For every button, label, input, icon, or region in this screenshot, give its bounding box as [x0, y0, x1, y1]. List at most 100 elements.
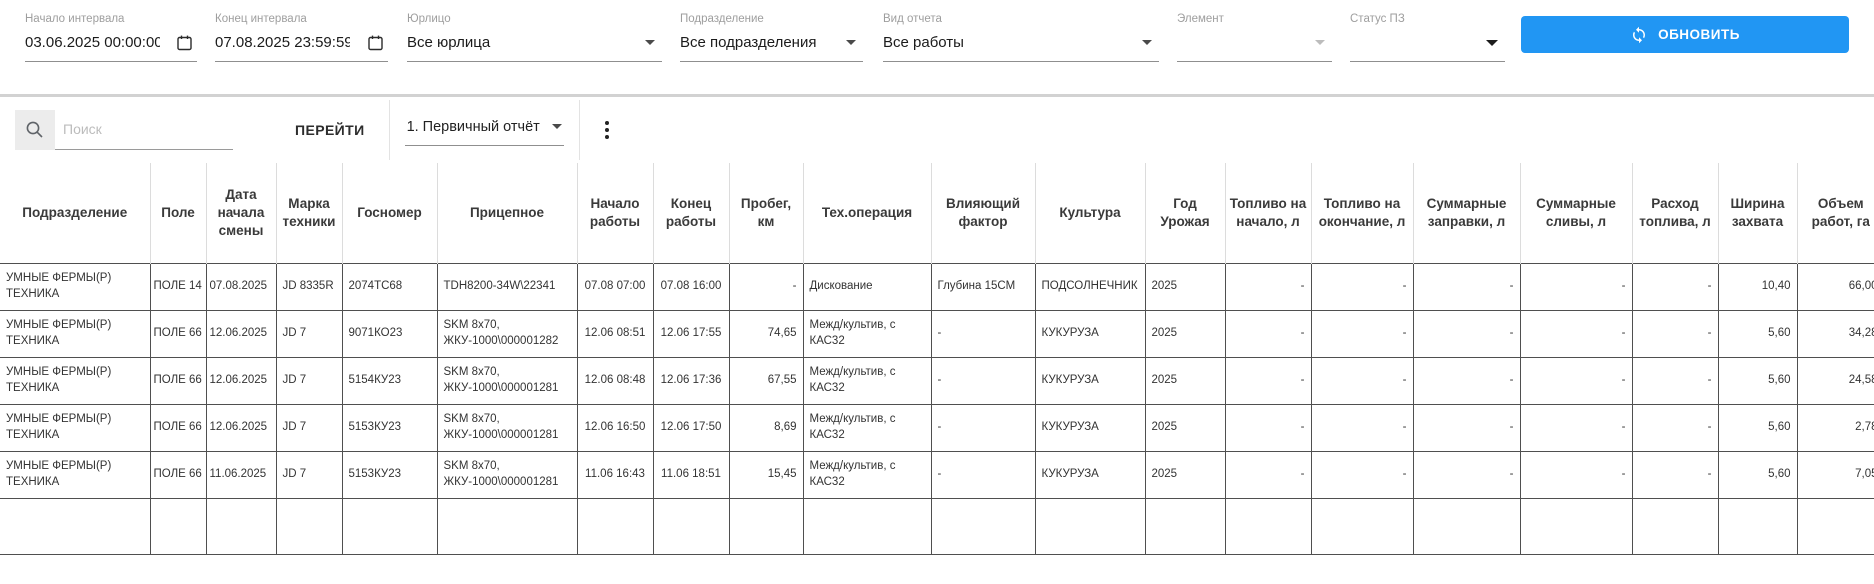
- cell: 74,65: [729, 310, 803, 357]
- empty-cell: [150, 498, 206, 554]
- column-header[interactable]: Расход топлива, л: [1632, 163, 1718, 263]
- cell: -: [931, 404, 1035, 451]
- empty-cell: [577, 498, 653, 554]
- cell: 12.06 17:50: [653, 404, 729, 451]
- cell: 24,58: [1797, 357, 1874, 404]
- legal-entity-select[interactable]: Все юрлица: [407, 32, 662, 62]
- cell: 15,45: [729, 451, 803, 498]
- column-header[interactable]: Топливо на начало, л: [1225, 163, 1311, 263]
- column-header[interactable]: Суммарные сливы, л: [1520, 163, 1632, 263]
- cell: -: [1225, 451, 1311, 498]
- cell: Межд/культив, с КАС32: [803, 310, 931, 357]
- column-header[interactable]: Начало работы: [577, 163, 653, 263]
- empty-cell: [1797, 498, 1874, 554]
- refresh-button-label: ОБНОВИТЬ: [1658, 27, 1740, 42]
- cell: SKM 8x70, ЖКУ-1000\000001281: [437, 357, 577, 404]
- cell: 8,69: [729, 404, 803, 451]
- search-input[interactable]: [55, 111, 233, 150]
- cell: 07.08 07:00: [577, 263, 653, 310]
- column-header[interactable]: Марка техники: [276, 163, 342, 263]
- division-select[interactable]: Все подразделения: [680, 32, 863, 62]
- search-area: [15, 110, 233, 150]
- cell: -: [1632, 357, 1718, 404]
- kebab-menu-icon[interactable]: [595, 113, 619, 147]
- header-row: ПодразделениеПолеДата начала сменыМарка …: [0, 163, 1874, 263]
- cell: УМНЫЕ ФЕРМЫ(Р) ТЕХНИКА: [0, 404, 150, 451]
- filter-field-interval-start: Начало интервала: [25, 13, 197, 62]
- filter-field-pz-status: Статус ПЗ: [1350, 13, 1505, 62]
- cell: УМНЫЕ ФЕРМЫ(Р) ТЕХНИКА: [0, 357, 150, 404]
- cell: 5154КУ23: [342, 357, 437, 404]
- cell: -: [1413, 310, 1520, 357]
- cell: -: [1311, 263, 1413, 310]
- cell: JD 7: [276, 404, 342, 451]
- column-header[interactable]: Конец работы: [653, 163, 729, 263]
- column-header[interactable]: Прицепное: [437, 163, 577, 263]
- refresh-button[interactable]: ОБНОВИТЬ: [1521, 16, 1849, 53]
- report-table: ПодразделениеПолеДата начала сменыМарка …: [0, 163, 1874, 555]
- column-header[interactable]: Поле: [150, 163, 206, 263]
- column-header[interactable]: Культура: [1035, 163, 1145, 263]
- cell: КУКУРУЗА: [1035, 451, 1145, 498]
- filter-field-interval-end: Конец интервала: [215, 13, 388, 62]
- cell: УМНЫЕ ФЕРМЫ(Р) ТЕХНИКА: [0, 263, 150, 310]
- filter-field-division: Подразделение Все подразделения: [680, 13, 863, 62]
- search-icon: [24, 119, 46, 141]
- chevron-down-icon: [1315, 40, 1325, 45]
- filter-label: Подразделение: [680, 13, 863, 25]
- column-header[interactable]: Влияющий фактор: [931, 163, 1035, 263]
- filter-label: Конец интервала: [215, 13, 388, 25]
- report-type-select[interactable]: Все работы: [883, 32, 1159, 62]
- filter-label: Статус ПЗ: [1350, 13, 1505, 25]
- report-variant-select[interactable]: 1. Первичный отчёт: [389, 100, 580, 160]
- go-button[interactable]: ПЕРЕЙТИ: [289, 121, 371, 139]
- interval-start-input[interactable]: [25, 34, 160, 51]
- cell: ПОЛЕ 66: [150, 357, 206, 404]
- column-header[interactable]: Ширина захвата: [1718, 163, 1797, 263]
- empty-cell: [1413, 498, 1520, 554]
- column-header[interactable]: Год Урожая: [1145, 163, 1225, 263]
- cell: JD 7: [276, 451, 342, 498]
- column-header[interactable]: Подразделение: [0, 163, 150, 263]
- column-header[interactable]: Тех.операция: [803, 163, 931, 263]
- cell: -: [1311, 357, 1413, 404]
- empty-cell: [1035, 498, 1145, 554]
- cell: TDH8200-34W\22341: [437, 263, 577, 310]
- cell: 12.06 17:36: [653, 357, 729, 404]
- column-header[interactable]: Суммарные заправки, л: [1413, 163, 1520, 263]
- empty-cell: [342, 498, 437, 554]
- empty-cell: [206, 498, 276, 554]
- report-variant-value: 1. Первичный отчёт: [407, 119, 540, 135]
- column-header[interactable]: Топливо на окончание, л: [1311, 163, 1413, 263]
- element-select[interactable]: [1177, 32, 1332, 62]
- cell: Межд/культив, с КАС32: [803, 357, 931, 404]
- empty-row: [0, 498, 1874, 554]
- cell: 34,28: [1797, 310, 1874, 357]
- cell: -: [1311, 310, 1413, 357]
- filter-field-legal-entity: Юрлицо Все юрлица: [407, 13, 662, 62]
- cell: JD 7: [276, 357, 342, 404]
- pz-status-select[interactable]: [1350, 32, 1505, 62]
- cell: -: [1311, 404, 1413, 451]
- interval-end-input[interactable]: [215, 34, 350, 51]
- column-header[interactable]: Госномер: [342, 163, 437, 263]
- column-header[interactable]: Дата начала смены: [206, 163, 276, 263]
- cell: 12.06.2025: [206, 404, 276, 451]
- cell: 12.06 16:50: [577, 404, 653, 451]
- cell: 2,78: [1797, 404, 1874, 451]
- column-header[interactable]: Пробег, км: [729, 163, 803, 263]
- filter-label: Юрлицо: [407, 13, 662, 25]
- cell: -: [1225, 263, 1311, 310]
- cell: -: [1225, 404, 1311, 451]
- column-header[interactable]: Объем работ, га: [1797, 163, 1874, 263]
- cell: ПОЛЕ 14: [150, 263, 206, 310]
- calendar-icon[interactable]: [175, 34, 194, 52]
- search-icon-button[interactable]: [15, 110, 55, 150]
- calendar-icon[interactable]: [366, 34, 385, 52]
- cell: 11.06 18:51: [653, 451, 729, 498]
- chevron-down-icon: [645, 40, 655, 45]
- report-table-container: ПодразделениеПолеДата начала сменыМарка …: [0, 163, 1874, 555]
- cell: УМНЫЕ ФЕРМЫ(Р) ТЕХНИКА: [0, 451, 150, 498]
- cell: SKM 8x70, ЖКУ-1000\000001282: [437, 310, 577, 357]
- chevron-down-icon: [552, 124, 562, 129]
